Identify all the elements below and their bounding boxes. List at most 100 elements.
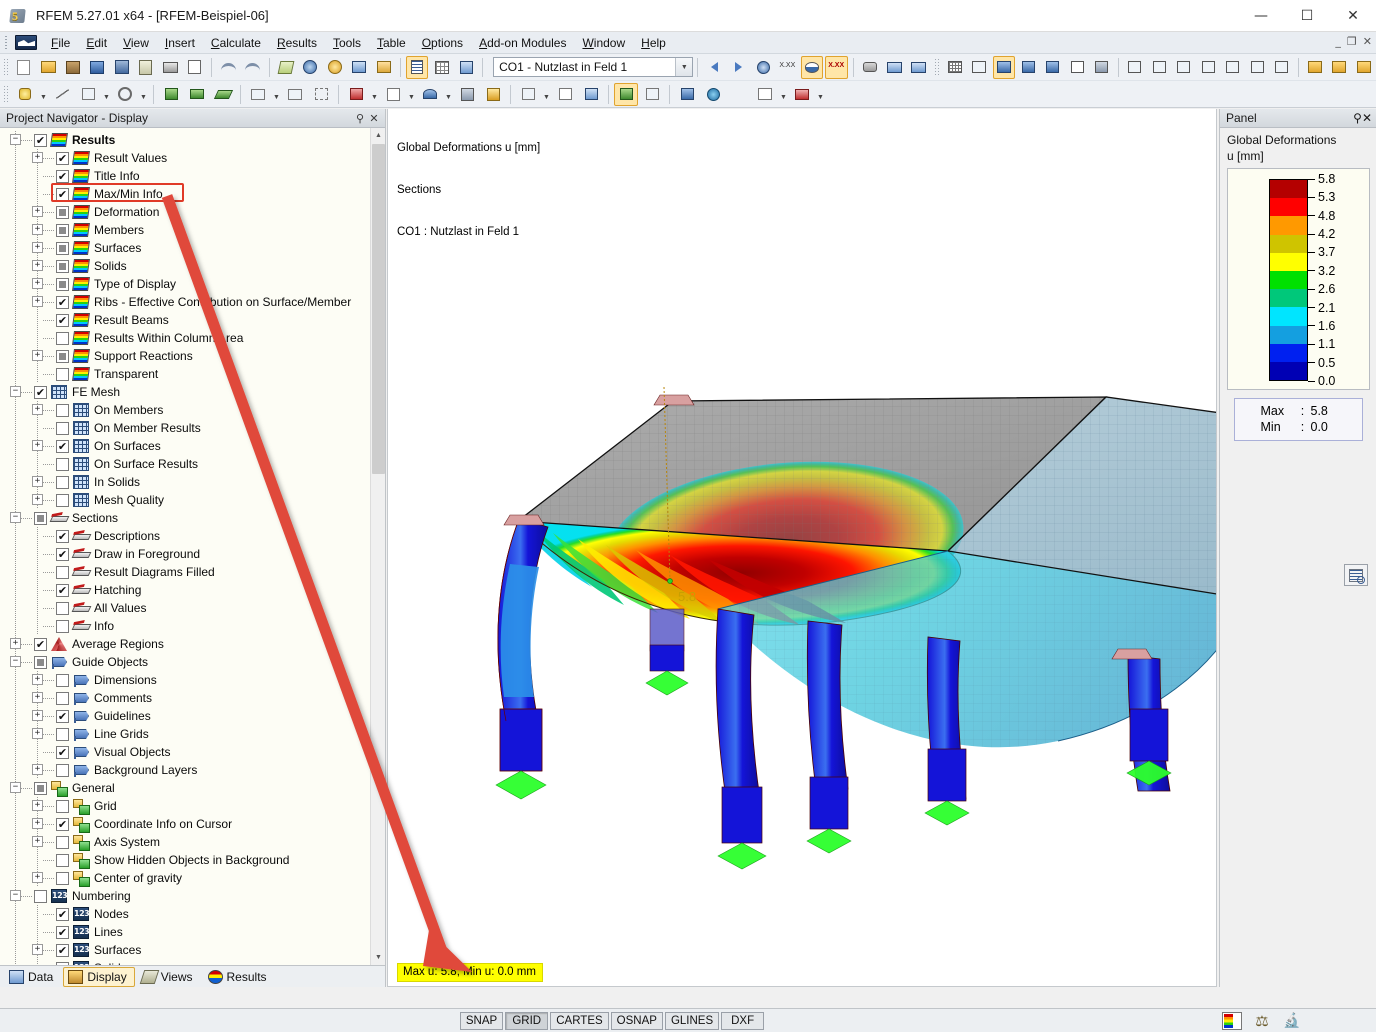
- tree-item-result-diagrams-filled[interactable]: Result Diagrams Filled: [0, 563, 385, 581]
- color-legend[interactable]: 5.8 5.3 4.8 4.2 3.7 3.2 2.6 2.1 1.6 1.1 0.5 0.0: [1227, 168, 1370, 390]
- tree-item-hatching[interactable]: ✔ Hatching: [0, 581, 385, 599]
- view-xy-button[interactable]: [1017, 56, 1039, 79]
- undo-button[interactable]: [217, 56, 239, 79]
- new-surface-load-dropdown-icon[interactable]: ▼: [443, 83, 454, 106]
- next-case-button[interactable]: [728, 56, 750, 79]
- checkbox-descriptions[interactable]: ✔: [56, 529, 69, 543]
- tree-item-guidelines[interactable]: + ✔ Guidelines: [0, 707, 385, 725]
- checkbox-sections[interactable]: [34, 511, 47, 525]
- tree-item-lines[interactable]: ✔ 123 Lines: [0, 923, 385, 941]
- checkbox-center-of-gravity[interactable]: [56, 871, 69, 885]
- checkbox-dimensions[interactable]: [56, 673, 69, 687]
- status-toggle-snap[interactable]: SNAP: [459, 1011, 504, 1030]
- collapse-icon[interactable]: −: [10, 134, 21, 145]
- toolbar-drag-handle[interactable]: [3, 58, 9, 76]
- checkbox-in-solids[interactable]: [56, 475, 69, 489]
- new-surface-load-button[interactable]: [418, 83, 442, 106]
- tree-item-on-member-results[interactable]: On Member Results: [0, 419, 385, 437]
- tree-item-results[interactable]: − ✔ Results: [0, 131, 385, 149]
- menu-item-insert[interactable]: Insert: [157, 33, 203, 53]
- pin-icon[interactable]: ⚲: [353, 112, 367, 125]
- checkbox-draw-in-foreground[interactable]: ✔: [56, 547, 69, 561]
- tree-item-line-grids[interactable]: + Line Grids: [0, 725, 385, 743]
- pin-icon[interactable]: ⚲: [1353, 111, 1362, 125]
- tree-item-draw-in-foreground[interactable]: ✔ Draw in Foreground: [0, 545, 385, 563]
- scroll-up-icon[interactable]: ▲: [371, 128, 385, 143]
- new-member-button[interactable]: [159, 83, 183, 106]
- expand-icon[interactable]: +: [32, 206, 43, 217]
- checkbox-mesh-quality[interactable]: [56, 493, 69, 507]
- expand-icon[interactable]: +: [32, 692, 43, 703]
- view-settings-dropdown-icon[interactable]: ▼: [778, 83, 789, 106]
- new-solid-load-button[interactable]: [481, 83, 505, 106]
- open-file-button[interactable]: [37, 56, 59, 79]
- tree-item-on-surfaces[interactable]: + ✔ On Surfaces: [0, 437, 385, 455]
- tree-item-members[interactable]: + Members: [0, 221, 385, 239]
- new-load-dropdown-icon[interactable]: ▼: [369, 83, 380, 106]
- checkbox-hatching[interactable]: ✔: [56, 583, 69, 597]
- menu-item-tools[interactable]: Tools: [325, 33, 369, 53]
- result-value-label-button[interactable]: X.XX: [777, 56, 799, 79]
- expand-icon[interactable]: +: [32, 728, 43, 739]
- printout-export-button[interactable]: [1353, 56, 1375, 79]
- view-yz-button[interactable]: [1066, 56, 1088, 79]
- expand-icon[interactable]: +: [32, 764, 43, 775]
- status-toggle-dxf[interactable]: DXF: [721, 1011, 765, 1030]
- tree-item-guide-objects[interactable]: − Guide Objects: [0, 653, 385, 671]
- nav-tab-results[interactable]: Results: [203, 967, 275, 987]
- checkbox-axis-system[interactable]: [56, 835, 69, 849]
- tree-item-result-values[interactable]: + ✔ Result Values: [0, 149, 385, 167]
- checkbox-result-diagrams-filled[interactable]: [56, 565, 69, 579]
- angle-button[interactable]: [1148, 56, 1170, 79]
- checkbox-members[interactable]: [56, 223, 69, 237]
- tree-item-descriptions[interactable]: ✔ Descriptions: [0, 527, 385, 545]
- checkbox-info[interactable]: [56, 619, 69, 633]
- expand-icon[interactable]: +: [32, 944, 43, 955]
- tree-item-sections[interactable]: − Sections: [0, 509, 385, 527]
- animation-button[interactable]: [859, 56, 881, 79]
- expand-icon[interactable]: +: [32, 260, 43, 271]
- checkbox-comments[interactable]: [56, 691, 69, 705]
- checkbox-line-grids[interactable]: [56, 727, 69, 741]
- checkbox-grid[interactable]: [56, 799, 69, 813]
- color-scale-button[interactable]: [727, 83, 751, 106]
- new-node-button[interactable]: [13, 83, 37, 106]
- tree-item-surfaces[interactable]: + Surfaces: [0, 239, 385, 257]
- result-diagram-button[interactable]: [790, 83, 814, 106]
- new-support-button[interactable]: [246, 83, 270, 106]
- tree-item-support-reactions[interactable]: + Support Reactions: [0, 347, 385, 365]
- checkbox-all-values[interactable]: [56, 601, 69, 615]
- open-example-button[interactable]: [86, 56, 108, 79]
- tree-item-type-of-display[interactable]: + Type of Display: [0, 275, 385, 293]
- load-display2-button[interactable]: [908, 56, 930, 79]
- tree-item-in-solids[interactable]: + In Solids: [0, 473, 385, 491]
- checkbox-surfaces[interactable]: ✔: [56, 943, 69, 957]
- status-toggle-cartes[interactable]: CARTES: [550, 1011, 609, 1030]
- new-node-dropdown-icon[interactable]: ▼: [38, 83, 49, 106]
- rotate-view-button[interactable]: [299, 56, 321, 79]
- close-icon[interactable]: ✕: [367, 112, 381, 125]
- expand-icon[interactable]: +: [32, 674, 43, 685]
- mdi-minimize-button[interactable]: _: [1335, 35, 1341, 48]
- show-tables-button[interactable]: [405, 55, 429, 79]
- menu-item-window[interactable]: Window: [574, 33, 633, 53]
- new-support-dropdown-icon[interactable]: ▼: [271, 83, 282, 106]
- tree-item-background-layers[interactable]: + Background Layers: [0, 761, 385, 779]
- new-grid-button[interactable]: [309, 83, 333, 106]
- calculation-params-button[interactable]: [640, 83, 664, 106]
- checkbox-type-of-display[interactable]: [56, 277, 69, 291]
- fe-mesh-button[interactable]: [944, 56, 966, 79]
- new-window-button[interactable]: [373, 56, 395, 79]
- checkbox-result-beams[interactable]: ✔: [56, 313, 69, 327]
- nav-tab-data[interactable]: Data: [4, 967, 61, 987]
- checkbox-results[interactable]: ✔: [34, 133, 47, 147]
- redo-button[interactable]: [241, 56, 263, 79]
- expand-icon[interactable]: +: [32, 278, 43, 289]
- tree-item-nodes[interactable]: ✔ 123 Nodes: [0, 905, 385, 923]
- menu-item-edit[interactable]: Edit: [78, 33, 115, 53]
- checkbox-on-members[interactable]: [56, 403, 69, 417]
- expand-icon[interactable]: +: [32, 836, 43, 847]
- menu-drag-handle[interactable]: [3, 34, 11, 51]
- status-toggle-osnap[interactable]: OSNAP: [610, 1011, 663, 1030]
- print-preview-button[interactable]: [184, 56, 206, 79]
